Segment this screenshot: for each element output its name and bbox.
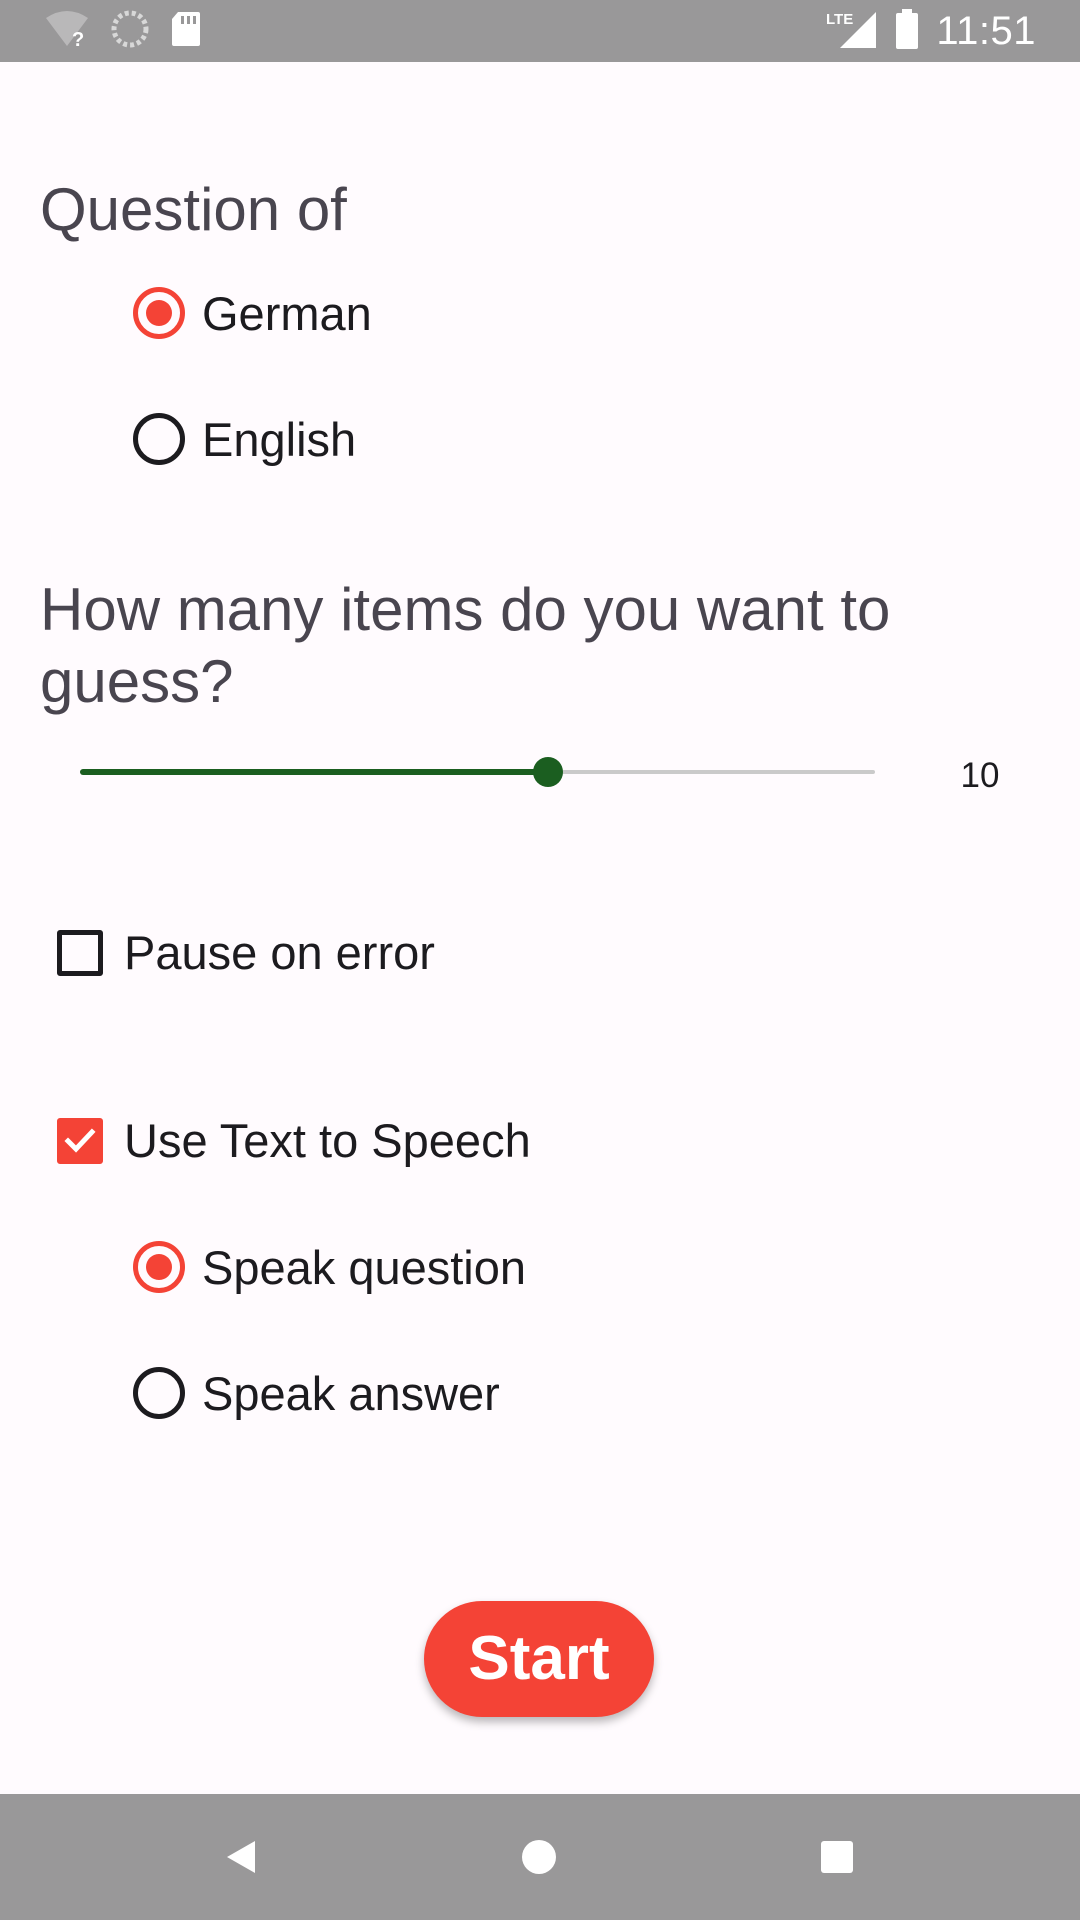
radio-label-english: English xyxy=(202,413,357,466)
status-left-icons: ? xyxy=(44,10,202,52)
items-count-slider[interactable] xyxy=(80,752,875,792)
sync-icon xyxy=(110,9,150,54)
slider-value: 10 xyxy=(960,756,1000,795)
wifi-unknown-icon: ? xyxy=(44,10,90,53)
radio-label-german: German xyxy=(202,287,372,340)
battery-icon xyxy=(894,8,920,55)
items-count-title: How many items do you want to guess? xyxy=(40,576,891,715)
radio-button-speak-question[interactable] xyxy=(133,1241,185,1293)
lte-signal-icon: LTE xyxy=(826,8,878,55)
status-bar: ? LTE 11:51 xyxy=(0,0,1080,62)
text-to-speech-label: Use Text to Speech xyxy=(124,1114,531,1167)
recents-icon[interactable] xyxy=(804,1824,870,1890)
radio-button-speak-answer[interactable] xyxy=(133,1367,185,1419)
question-of-title: Question of xyxy=(40,176,347,243)
slider-thumb[interactable] xyxy=(533,757,563,787)
svg-text:?: ? xyxy=(72,29,84,48)
slider-active-track xyxy=(80,769,548,775)
radio-button-german[interactable] xyxy=(133,287,185,339)
status-right-icons: LTE 11:51 xyxy=(826,6,1036,56)
pause-on-error-label: Pause on error xyxy=(124,926,435,979)
radio-label-speak-answer: Speak answer xyxy=(202,1367,500,1420)
sd-card-icon xyxy=(170,10,202,53)
svg-text:LTE: LTE xyxy=(826,11,853,28)
start-button[interactable]: Start xyxy=(424,1601,654,1717)
radio-label-speak-question: Speak question xyxy=(202,1241,527,1294)
radio-button-english[interactable] xyxy=(133,413,185,465)
pause-on-error-checkbox[interactable] xyxy=(57,930,103,976)
back-icon[interactable] xyxy=(208,1824,274,1890)
checkmark-icon xyxy=(64,1128,96,1153)
navigation-bar xyxy=(0,1794,1080,1920)
text-to-speech-checkbox[interactable] xyxy=(57,1118,103,1164)
clock: 11:51 xyxy=(936,8,1036,53)
home-icon[interactable] xyxy=(506,1824,572,1890)
